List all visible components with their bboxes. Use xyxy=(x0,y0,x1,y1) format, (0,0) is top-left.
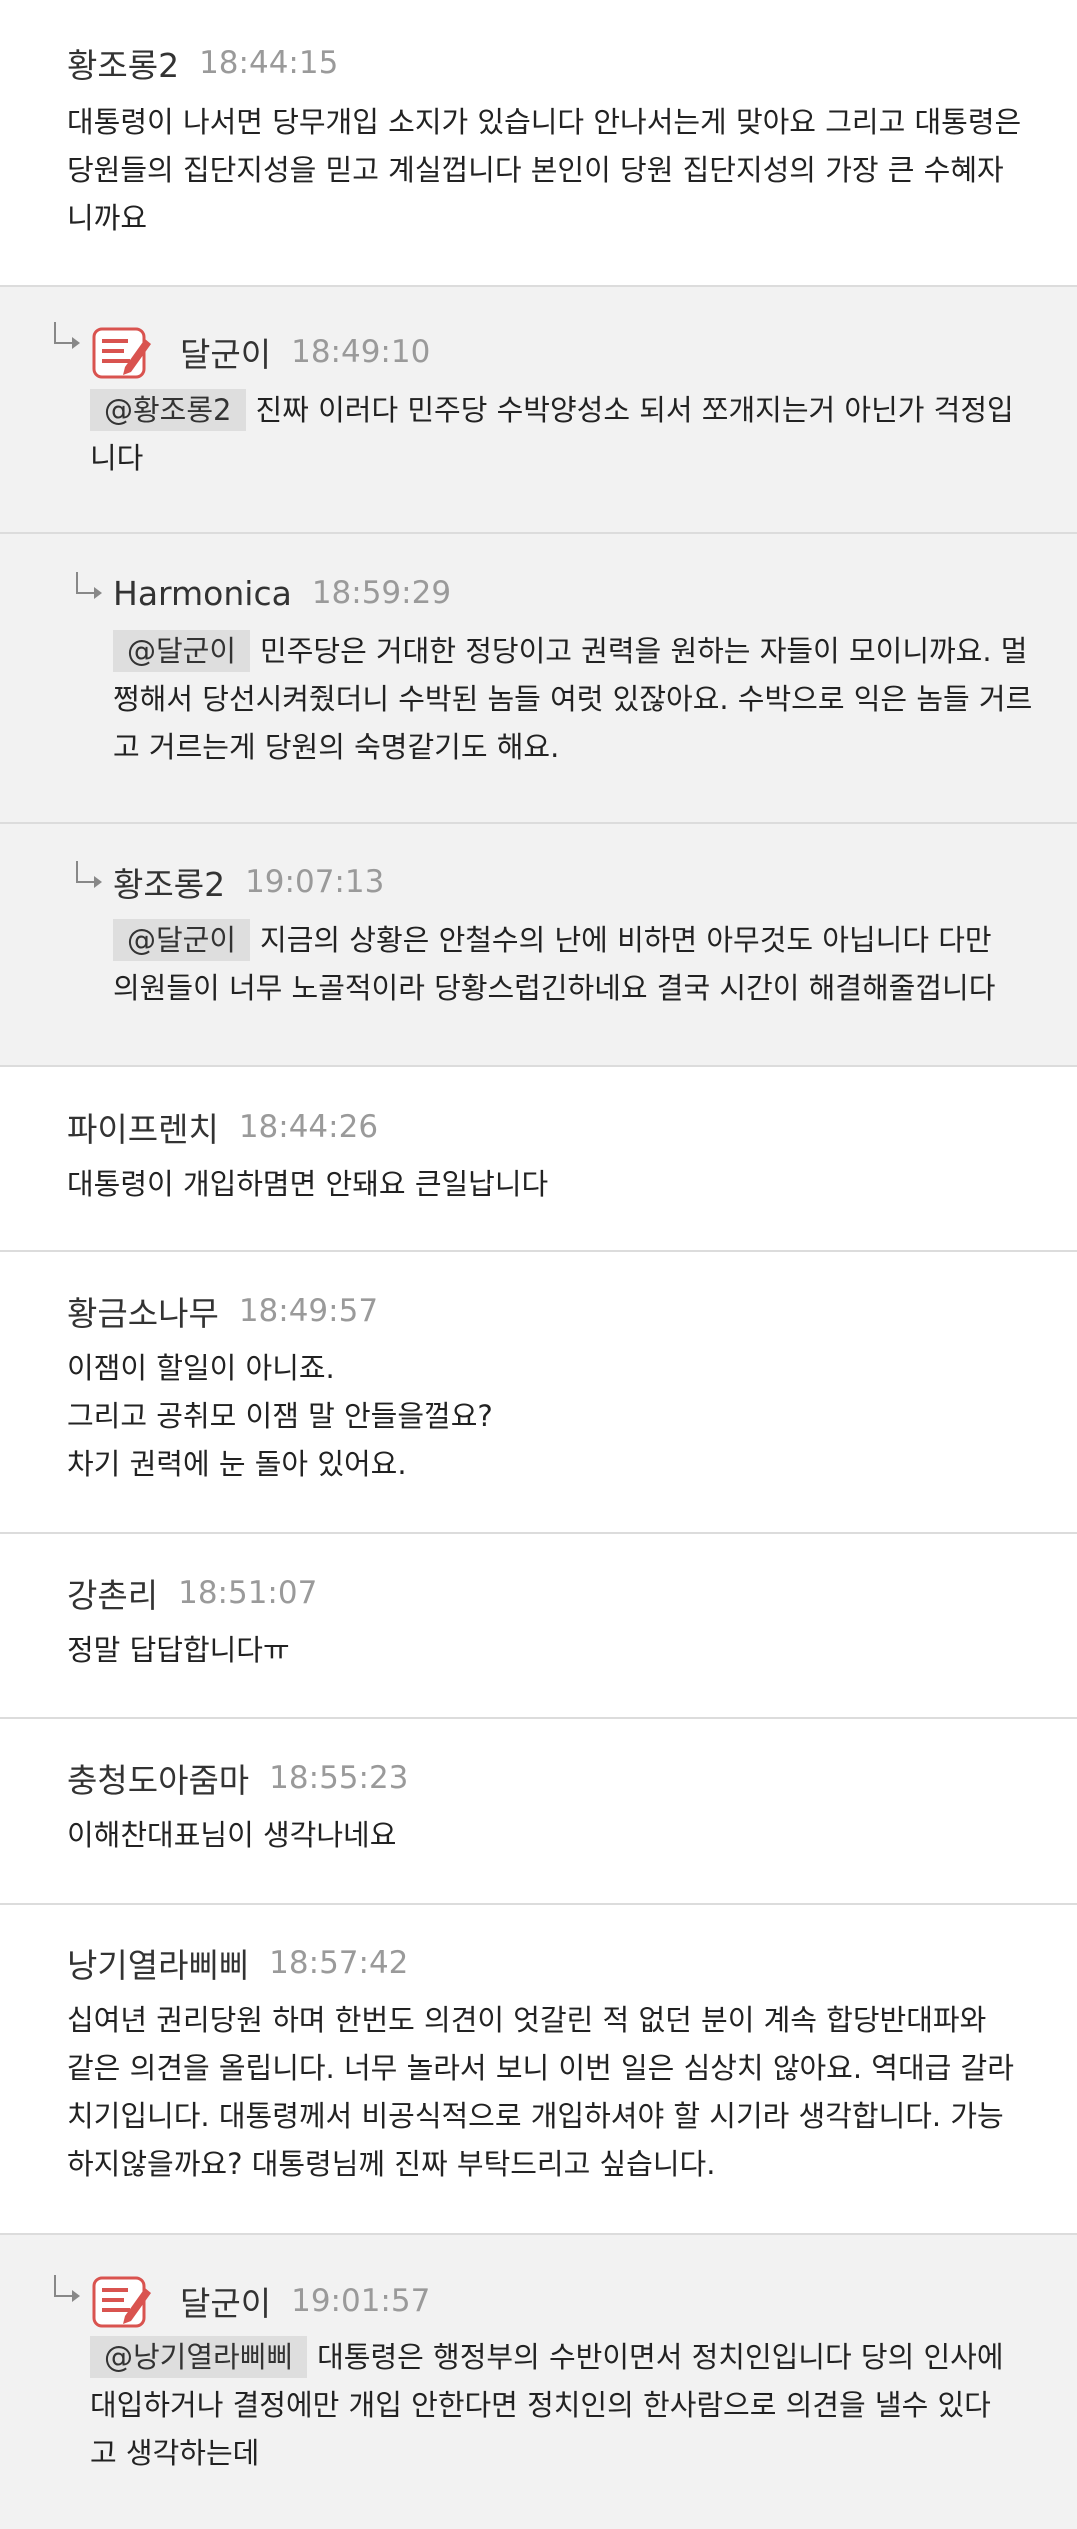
comment-body: 대통령이 나서면 당무개입 소지가 있습니다 안나서는게 맞아요 그리고 대통령… xyxy=(67,98,1021,242)
comment-author[interactable]: 황조롱2 xyxy=(113,858,225,906)
comment-line: 의원들이 너무 노골적이라 당황스럽긴하네요 결국 시간이 해결해줄껍니다 xyxy=(113,971,996,1005)
comment-author[interactable]: 달군이 xyxy=(180,328,271,376)
comment-line: 정말 답답합니다ㅠ xyxy=(67,1633,290,1667)
comment-line: 대입하거나 결정에만 개입 안한다면 정치인의 한사람으로 의견을 낼수 있다 xyxy=(90,2388,991,2422)
comment-line: 십여년 권리당원 하며 한번도 의견이 엇갈린 적 없던 분이 계속 합당반대파… xyxy=(67,2003,987,2037)
comment-body: @황조롱2 진짜 이러다 민주당 수박양성소 되서 쪼개지는거 아닌가 걱정입 니… xyxy=(90,386,1014,482)
comment-timestamp: 18:59:29 xyxy=(311,575,452,611)
comment-body: 이해찬대표님이 생각나네요 xyxy=(67,1811,396,1859)
comment-item: 황금소나무 18:49:57 이잼이 할일이 아니죠. 그리고 공취모 이잼 말… xyxy=(0,1252,1077,1534)
comment-line: 니다 xyxy=(90,441,144,475)
comment-timestamp: 18:44:26 xyxy=(238,1109,379,1145)
comment-line: 쩡해서 당선시켜줬더니 수박된 놈들 여럿 있잖아요. 수박으로 익은 놈들 거… xyxy=(113,682,1033,716)
comment-item: 충청도아줌마 18:55:23 이해찬대표님이 생각나네요 xyxy=(0,1719,1077,1905)
comment-line: 당원들의 집단지성을 믿고 계실껍니다 본인이 당원 집단지성의 가장 큰 수혜… xyxy=(67,153,1004,187)
comment-line: 같은 의견을 올립니다. 너무 놀라서 보니 이번 일은 심상치 않아요. 역대… xyxy=(67,2051,1014,2085)
comment-line: 대통령이 나서면 당무개입 소지가 있습니다 안나서는게 맞아요 그리고 대통령… xyxy=(67,105,1022,139)
comment-timestamp: 18:49:57 xyxy=(238,1293,379,1329)
comment-item: 낭기열라삐삐 18:57:42 십여년 권리당원 하며 한번도 의견이 엇갈린 … xyxy=(0,1905,1077,2235)
comment-line: 이해찬대표님이 생각나네요 xyxy=(67,1818,397,1852)
comment-body: @달군이 지금의 상황은 안철수의 난에 비하면 아무것도 아닙니다 다만 의원들… xyxy=(113,916,995,1012)
mention-tag[interactable]: @낭기열라삐삐 xyxy=(90,2336,308,2378)
comment-line: 고 거르는게 당원의 숙명같기도 해요. xyxy=(113,730,560,764)
reply-arrow-icon xyxy=(76,572,102,599)
comment-line: 차기 권력에 눈 돌아 있어요. xyxy=(67,1447,407,1481)
reply-arrow-icon xyxy=(76,861,102,888)
comment-line: 진짜 이러다 민주당 수박양성소 되서 쪼개지는거 아닌가 걱정입 xyxy=(255,393,1014,427)
mention-tag[interactable]: @황조롱2 xyxy=(90,389,246,431)
comment-body: 십여년 권리당원 하며 한번도 의견이 엇갈린 적 없던 분이 계속 합당반대파… xyxy=(67,1996,1014,2188)
reply-item: 달군이 18:49:10 @황조롱2 진짜 이러다 민주당 수박양성소 되서 쪼개… xyxy=(0,287,1077,534)
comment-item: 파이프렌치 18:44:26 대통령이 개입하몀면 안돼요 큰일납니다 xyxy=(0,1067,1077,1252)
comment-author[interactable]: 황금소나무 xyxy=(67,1287,219,1335)
reply-item: 달군이 19:01:57 @낭기열라삐삐 대통령은 행정부의 수반이면서 정치인입… xyxy=(0,2235,1077,2529)
comment-line: 대통령은 행정부의 수반이면서 정치인입니다 당의 인사에 xyxy=(317,2340,1004,2374)
comment-line: 치기입니다. 대통령께서 비공식적으로 개입하셔야 할 시기라 생각합니다. 가… xyxy=(67,2099,1004,2133)
comment-line: 대통령이 개입하몀면 안돼요 큰일납니다 xyxy=(67,1167,549,1201)
comment-line: 이잼이 할일이 아니죠. xyxy=(67,1351,335,1385)
comment-timestamp: 19:01:57 xyxy=(291,2283,431,2319)
comment-body: @달군이 민주당은 거대한 정당이고 권력을 원하는 자들이 모이니까요. 멀 쩡… xyxy=(113,627,1032,771)
comment-body: @낭기열라삐삐 대통령은 행정부의 수반이면서 정치인입니다 당의 인사에 대입하… xyxy=(90,2333,1004,2477)
mention-tag[interactable]: @달군이 xyxy=(113,919,251,961)
comment-timestamp: 18:55:23 xyxy=(269,1760,409,1796)
comment-author[interactable]: 파이프렌치 xyxy=(67,1103,219,1151)
reply-item: Harmonica 18:59:29 @달군이 민주당은 거대한 정당이고 권력을… xyxy=(0,534,1077,824)
comment-line: 민주당은 거대한 정당이고 권력을 원하는 자들이 모이니까요. 멀 xyxy=(260,634,1028,668)
comment-body: 정말 답답합니다ㅠ xyxy=(67,1626,290,1674)
comment-timestamp: 18:49:10 xyxy=(291,334,431,370)
comment-timestamp: 18:57:42 xyxy=(269,1945,409,1981)
comment-line: 하지않을까요? 대통령님께 진짜 부탁드리고 싶습니다. xyxy=(67,2147,716,2181)
comment-author[interactable]: Harmonica xyxy=(113,574,292,613)
comment-body: 대통령이 개입하몀면 안돼요 큰일납니다 xyxy=(67,1160,548,1208)
comment-line: 니까요 xyxy=(67,201,148,235)
comment-author[interactable]: 달군이 xyxy=(180,2277,271,2325)
reply-arrow-icon xyxy=(54,2275,80,2302)
comment-author[interactable]: 황조롱2 xyxy=(67,39,179,87)
comment-item: 황조롱2 18:44:15 대통령이 나서면 당무개입 소지가 있습니다 안나서… xyxy=(0,0,1077,287)
comment-body: 이잼이 할일이 아니죠. 그리고 공취모 이잼 말 안들을껄요? 차기 권력에 … xyxy=(67,1344,493,1488)
comment-timestamp: 18:51:07 xyxy=(178,1575,318,1611)
author-badge-icon xyxy=(92,327,151,379)
comment-author[interactable]: 강촌리 xyxy=(67,1569,158,1617)
comment-line: 그리고 공취모 이잼 말 안들을껄요? xyxy=(67,1399,493,1433)
reply-item: 황조롱2 19:07:13 @달군이 지금의 상황은 안철수의 난에 비하면 아무… xyxy=(0,824,1077,1067)
comment-timestamp: 19:07:13 xyxy=(245,864,385,900)
comment-timestamp: 18:44:15 xyxy=(199,45,339,81)
reply-arrow-icon xyxy=(54,322,80,349)
author-badge-icon xyxy=(92,2276,151,2328)
comment-line: 지금의 상황은 안철수의 난에 비하면 아무것도 아닙니다 다만 xyxy=(260,923,992,957)
comment-author[interactable]: 충청도아줌마 xyxy=(67,1754,249,1802)
mention-tag[interactable]: @달군이 xyxy=(113,630,251,672)
comment-author[interactable]: 낭기열라삐삐 xyxy=(67,1939,249,1987)
comment-item: 강촌리 18:51:07 정말 답답합니다ㅠ xyxy=(0,1534,1077,1719)
comment-line: 고 생각하는데 xyxy=(90,2436,260,2470)
